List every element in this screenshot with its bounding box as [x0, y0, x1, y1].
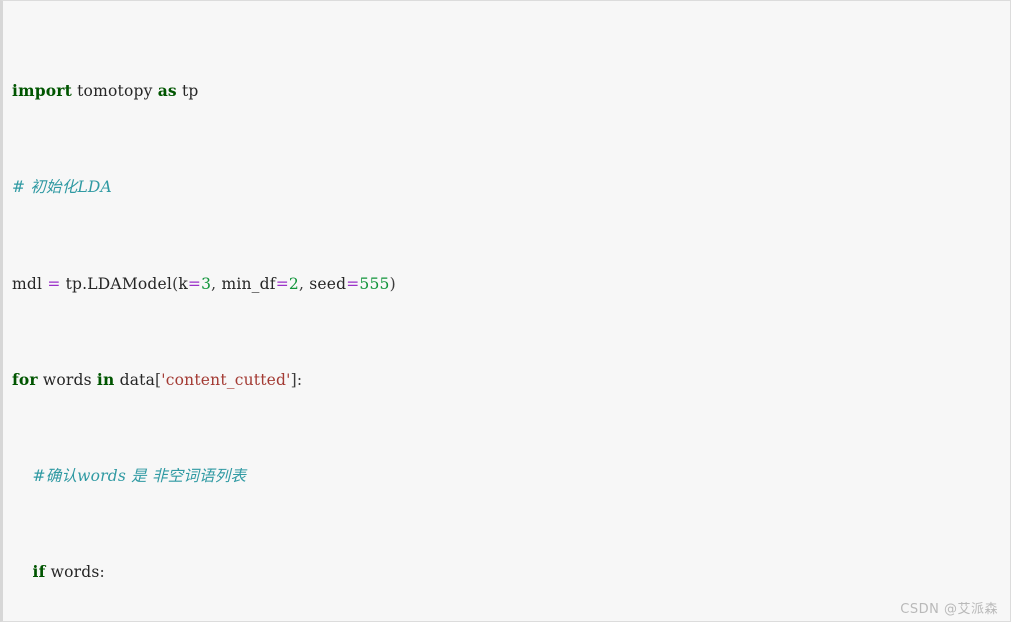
code-line: if words: — [32, 562, 105, 582]
code-line: mdl = tp.LDAModel(k=3, min_df=2, seed=55… — [12, 274, 396, 293]
code-line: import tomotopy as tp — [12, 81, 199, 101]
code-line: for words in data['content_cutted']: — [12, 369, 303, 389]
screenshot-root: import tomotopy as tp # 初始化LDA mdl = tp.… — [0, 0, 1011, 622]
code-content[interactable]: import tomotopy as tp # 初始化LDA mdl = tp.… — [12, 7, 1010, 621]
code-block-panel: import tomotopy as tp # 初始化LDA mdl = tp.… — [0, 0, 1011, 622]
csdn-watermark: CSDN @艾派森 — [900, 602, 998, 617]
code-line: # 初始化LDA — [12, 178, 112, 197]
code-line: #确认words 是 非空词语列表 — [12, 466, 247, 485]
